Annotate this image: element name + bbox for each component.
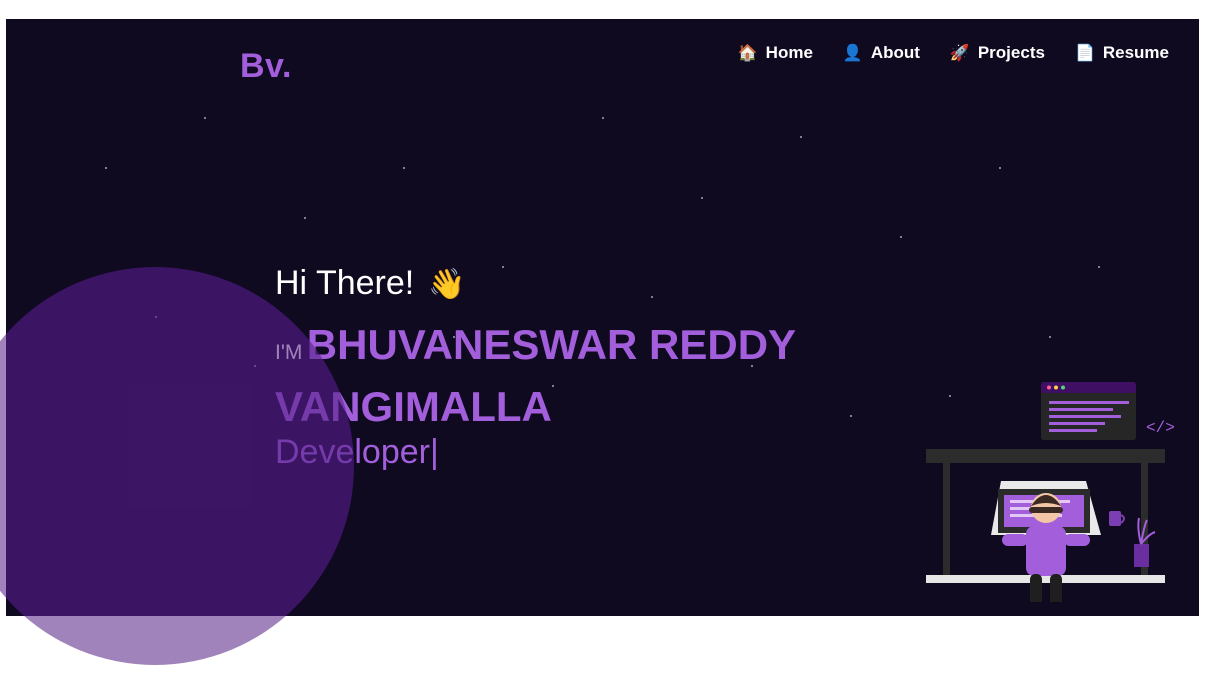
typewriter-role: Developer| xyxy=(275,433,439,472)
main-nav: 🏠 Home 👤 About 🚀 Projects 📄 Resume xyxy=(738,43,1169,63)
nav-about-label: About xyxy=(870,43,920,62)
desk-icon xyxy=(926,449,1165,463)
developer-name: BHUVANESWAR REDDY VANGIMALLA xyxy=(275,321,796,430)
waving-hand-icon: 👋 xyxy=(428,268,466,301)
greeting: Hi There! 👋 xyxy=(275,264,466,303)
role-text: Developer xyxy=(275,433,430,471)
nav-projects[interactable]: 🚀 Projects xyxy=(950,43,1045,63)
document-icon: 📄 xyxy=(1074,45,1095,62)
home-icon: 🏠 xyxy=(737,45,758,62)
nav-home-label: Home xyxy=(765,43,813,62)
logo[interactable]: Bv. xyxy=(240,47,292,86)
code-tag-icon: </> xyxy=(1146,419,1175,437)
nav-home[interactable]: 🏠 Home xyxy=(738,43,813,63)
typing-cursor: | xyxy=(429,433,439,471)
nav-resume[interactable]: 📄 Resume xyxy=(1075,43,1169,63)
rocket-icon: 🚀 xyxy=(949,45,970,62)
im-prefix: I'M xyxy=(275,341,303,364)
nav-about[interactable]: 👤 About xyxy=(843,43,920,63)
intro-heading: I'M BHUVANESWAR REDDY VANGIMALLA xyxy=(275,319,835,443)
nav-projects-label: Projects xyxy=(977,43,1045,62)
nav-resume-label: Resume xyxy=(1102,43,1169,62)
hero-section: Bv. 🏠 Home 👤 About 🚀 Projects 📄 Resume H… xyxy=(6,19,1199,616)
plant-icon xyxy=(1134,544,1149,567)
mug-icon xyxy=(1109,511,1121,526)
developer-desk-illustration: </> xyxy=(926,382,1175,602)
greeting-text: Hi There! xyxy=(275,264,415,302)
user-icon: 👤 xyxy=(842,45,863,62)
